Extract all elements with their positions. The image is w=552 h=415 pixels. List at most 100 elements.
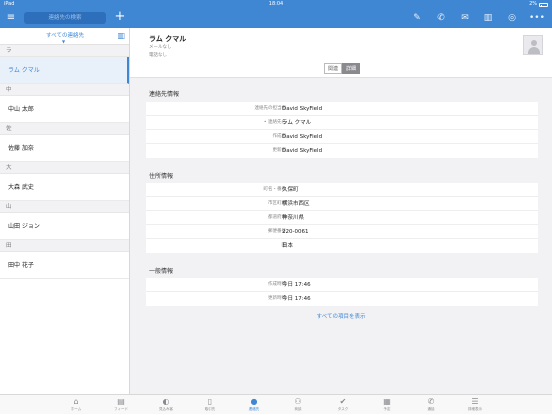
field-row: • 連絡先名 ラム クマル [146,116,538,130]
tab-label: 見込み客 [159,407,173,411]
contact-filter[interactable]: すべての連絡先 ▼ ▥ [0,28,129,45]
field-row: 国 日本 [146,239,538,253]
field-row: 更新時間 今日 17:46 [146,292,538,306]
section-title-contact: 連絡先情報 [149,91,180,98]
tab-calls[interactable]: ✆ 通話 [408,395,454,415]
pencil-icon[interactable]: ✎ [410,11,424,25]
tab-tasks[interactable]: ✔ タスク [320,395,366,415]
tab-contacts[interactable]: ● 連絡先 [231,395,277,415]
section-title-address: 住所情報 [149,173,174,180]
feed-icon: ▤ [117,397,125,406]
section-header: 山 [0,201,129,213]
list-item[interactable]: 大森 武史 [0,174,129,201]
field-value: 今日 17:46 [282,296,311,302]
more-icon: ☰ [471,397,479,406]
contact-phone: 電話なし [149,53,167,58]
status-bar: iPad 18:04 2% [0,0,552,8]
section-header: 中 [0,84,129,96]
tab-home[interactable]: ⌂ ホーム [53,395,99,415]
accounts-icon: ▯ [207,397,213,406]
tab-feed[interactable]: ▤ フィード [98,395,144,415]
events-icon: ▦ [383,397,391,406]
general-info-card: 作成時間 今日 17:46 更新時間 今日 17:46 [146,278,538,306]
list-item[interactable]: ラム クマル [0,57,129,84]
tab-events[interactable]: ▦ 予定 [364,395,410,415]
field-value: 久保町 [282,187,299,193]
phone-icon[interactable]: ✆ [434,11,448,25]
avatar-body [528,47,540,54]
battery-icon [539,3,548,7]
list-item[interactable]: 佐藤 加奈 [0,135,129,162]
add-contact-button[interactable]: + [113,9,127,25]
tab-accounts[interactable]: ▯ 取引先 [187,395,233,415]
more-icon[interactable]: ••• [529,11,545,25]
search-input[interactable]: 連絡先の検索 [24,12,106,24]
field-label: 更新者 [272,148,287,153]
contacts-icon: ● [250,397,258,406]
field-row: 都道府県 神奈川県 [146,211,538,225]
contact-name: ラム クマル [149,35,187,43]
field-value: 今日 17:46 [282,282,311,288]
book-icon[interactable]: ▥ [481,11,495,25]
filter-label[interactable]: すべての連絡先 [0,31,130,39]
location-icon[interactable]: ◎ [505,11,519,25]
leads-icon: ◐ [162,397,170,406]
tasks-icon: ✔ [339,397,347,406]
field-row: 作成者 David SkyField [146,130,538,144]
field-label: • 連絡先名 [263,120,286,125]
contact-info-card: 連絡先の担当者 David SkyField • 連絡先名 ラム クマル 作成者… [146,102,538,158]
contact-list-sidebar: すべての連絡先 ▼ ▥ ラ ラム クマル 中 中山 太郎 佐 佐藤 加奈 大 大… [0,28,130,394]
book-icon[interactable]: ▥ [117,31,125,40]
field-row: 郵便番号 220-0061 [146,225,538,239]
field-row: 町名・番地 久保町 [146,183,538,197]
field-label: 郵便番号 [268,229,286,234]
field-row: 連絡先の担当者 David SkyField [146,102,538,116]
show-all-fields-link[interactable]: すべての項目を表示 [130,312,552,320]
search-placeholder: 連絡先の検索 [48,15,82,21]
clock: 18:04 [268,1,284,7]
field-value: David SkyField [282,148,323,154]
section-title-general: 一般情報 [149,268,174,275]
tab-label: フィード [114,407,128,411]
list-item[interactable]: 中山 太郎 [0,96,129,123]
field-value: David SkyField [282,134,323,140]
bottom-tab-bar: ⌂ ホーム ▤ フィード ◐ 見込み客 ▯ 取引先 ● 連絡先 ⚇ 商談 ✔ タ… [0,394,552,414]
tab-label: タスク [337,407,349,411]
tab-leads[interactable]: ◐ 見込み客 [143,395,189,415]
field-value: 日本 [282,243,294,249]
list-item[interactable]: 山田 ジョン [0,213,129,240]
address-info-card: 町名・番地 久保町 市区町村 横浜市西区 都道府県 神奈川県 郵便番号 220-… [146,183,538,253]
tab-label: 予定 [383,407,391,411]
segment-related[interactable]: 関連 [324,63,343,74]
avatar[interactable] [523,35,543,55]
mail-icon[interactable]: ✉ [458,11,472,25]
top-bar: ≡ 連絡先の検索 + ✎ ✆ ✉ ▥ ◎ ••• [0,8,552,28]
section-header: 佐 [0,123,129,135]
contact-mail: メールなし [149,45,172,50]
tab-deals[interactable]: ⚇ 商談 [275,395,321,415]
field-row: 市区町村 横浜市西区 [146,197,538,211]
tab-label: 取引先 [204,407,216,411]
section-header: 田 [0,240,129,252]
menu-icon[interactable]: ≡ [4,11,18,25]
field-value: 220-0061 [282,229,309,235]
field-value: 神奈川県 [282,215,305,221]
view-segment-control: 関連 詳細 [324,63,361,74]
field-row: 作成時間 今日 17:46 [146,278,538,292]
list-item[interactable]: 田中 花子 [0,252,129,279]
calls-icon: ✆ [427,397,435,406]
tab-more[interactable]: ☰ 詳細表示 [452,395,498,415]
deals-icon: ⚇ [294,397,302,406]
field-row: 更新者 David SkyField [146,144,538,158]
tab-label: 詳細表示 [468,407,482,411]
contact-detail: ラム クマル メールなし 電話なし 関連 詳細 連絡先情報 連絡先の担当者 Da… [130,28,552,394]
detail-header: ラム クマル メールなし 電話なし 関連 詳細 [130,28,552,78]
field-value: David SkyField [282,106,323,112]
battery-indicator: 2% [529,0,548,8]
home-icon: ⌂ [73,397,79,406]
field-label: 作成者 [272,134,287,139]
segment-details[interactable]: 詳細 [342,63,361,74]
field-value: 横浜市西区 [282,201,310,207]
section-header: 大 [0,162,129,174]
tab-label: 商談 [294,407,302,411]
